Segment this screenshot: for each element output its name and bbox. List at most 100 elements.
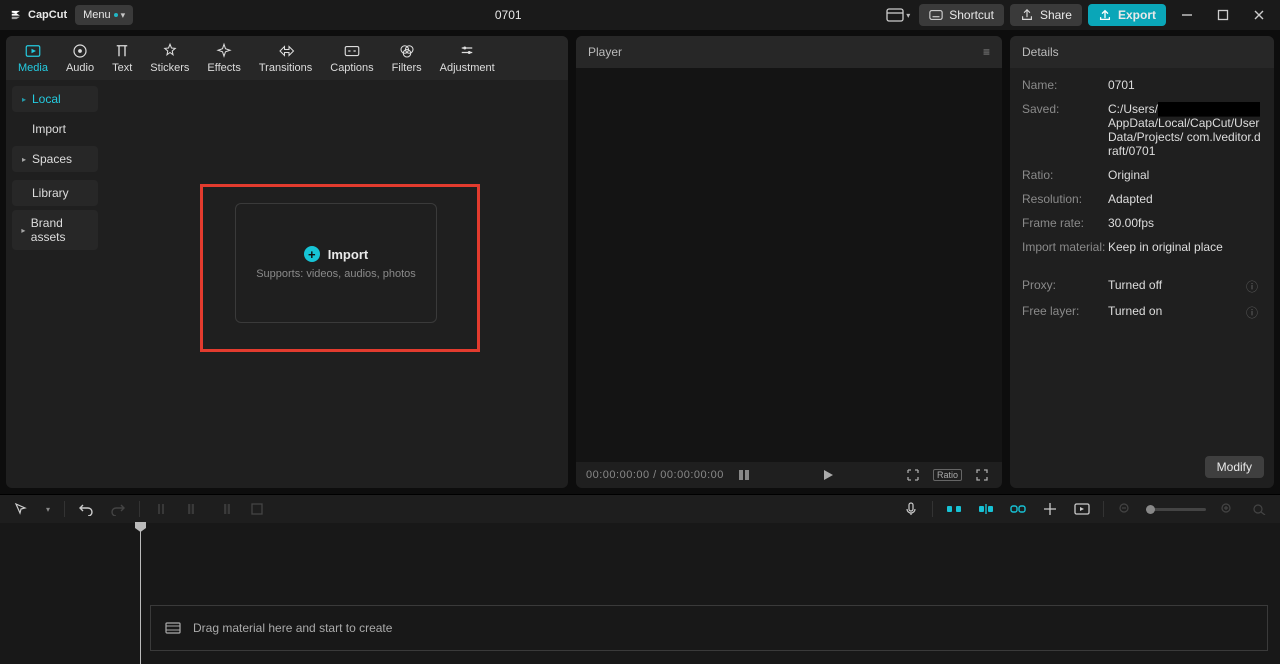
crop-button[interactable] <box>246 498 268 520</box>
details-panel: Details Name:0701 Saved:C:/Users/███████… <box>1010 36 1274 488</box>
detail-row-name: Name:0701 <box>1022 78 1262 92</box>
tab-effects[interactable]: Effects <box>207 42 240 74</box>
delete-right-icon <box>218 502 232 516</box>
menu-button[interactable]: Menu ▾ <box>75 5 133 25</box>
window-minimize-button[interactable] <box>1172 5 1202 25</box>
app-name: CapCut <box>28 9 67 21</box>
tab-adjustment[interactable]: Adjustment <box>440 42 495 74</box>
close-icon <box>1253 9 1265 21</box>
tab-filters[interactable]: Filters <box>392 42 422 74</box>
slider-thumb[interactable] <box>1146 505 1155 514</box>
topbar-right: ▾ Shortcut Share Export <box>883 4 1274 26</box>
workspace: Media Audio Text Stickers Effects Transi… <box>0 30 1280 488</box>
share-button[interactable]: Share <box>1010 4 1082 26</box>
timeline-toolbar-right <box>900 498 1270 520</box>
zoom-out-button[interactable] <box>1114 498 1136 520</box>
snap-icon <box>978 503 994 515</box>
play-button[interactable] <box>818 465 838 485</box>
tab-media[interactable]: Media <box>18 42 48 74</box>
sidebar-item-local[interactable]: ▸ Local <box>12 86 98 112</box>
selection-tool-button[interactable] <box>10 498 32 520</box>
player-title: Player <box>588 45 622 59</box>
shortcut-button[interactable]: Shortcut <box>919 4 1004 26</box>
linkage-button[interactable] <box>1007 498 1029 520</box>
detail-row-material: Import material:Keep in original place <box>1022 240 1262 254</box>
capcut-logo-icon <box>10 8 24 22</box>
export-button[interactable]: Export <box>1088 4 1166 26</box>
details-footer: Modify <box>1010 450 1274 488</box>
tab-transitions[interactable]: Transitions <box>259 42 312 74</box>
timeline-body[interactable]: Drag material here and start to create <box>0 523 1280 664</box>
effects-icon <box>215 42 233 60</box>
auto-snap-button[interactable] <box>975 498 997 520</box>
zoom-in-button[interactable] <box>1216 498 1238 520</box>
undo-button[interactable] <box>75 498 97 520</box>
delete-left-icon <box>186 502 200 516</box>
fullscreen-button[interactable] <box>972 465 992 485</box>
player-menu-icon[interactable]: ≡ <box>983 45 990 59</box>
cover-button[interactable] <box>1071 498 1093 520</box>
ratio-button[interactable]: Ratio <box>933 469 962 481</box>
tab-label: Text <box>112 62 132 74</box>
prev-frame-button[interactable] <box>734 465 754 485</box>
record-button[interactable] <box>900 498 922 520</box>
export-label: Export <box>1118 8 1156 22</box>
layout-button[interactable]: ▾ <box>883 5 913 25</box>
captions-icon <box>343 42 361 60</box>
caret-right-icon: ▸ <box>20 226 27 235</box>
sidebar-item-label: Local <box>32 92 61 106</box>
media-sidebar: ▸ Local Import ▸Spaces ▸Library ▸Brand as… <box>6 80 104 488</box>
redo-icon <box>110 502 126 516</box>
title-bar: CapCut Menu ▾ 0701 ▾ Shortcut Share Expo… <box>0 0 1280 30</box>
redo-button[interactable] <box>107 498 129 520</box>
zoom-fit-button[interactable] <box>1248 498 1270 520</box>
main-track-magnet-button[interactable] <box>943 498 965 520</box>
info-icon[interactable]: ⓘ <box>1246 304 1262 320</box>
detail-value: Adapted <box>1108 192 1262 206</box>
sidebar-item-library[interactable]: ▸Library <box>12 180 98 206</box>
tab-text[interactable]: Text <box>112 42 132 74</box>
detail-value: 30.00fps <box>1108 216 1262 230</box>
scan-button[interactable] <box>903 465 923 485</box>
detail-value: C:/Users/████████████AppData/Local/CapCu… <box>1108 102 1262 158</box>
detail-key: Name: <box>1022 78 1108 92</box>
player-controls: 00:00:00:00 / 00:00:00:00 Ratio <box>576 462 1002 488</box>
info-icon[interactable]: ⓘ <box>1246 278 1262 294</box>
cursor-icon <box>14 502 28 516</box>
axis-icon <box>1043 502 1057 516</box>
playhead[interactable] <box>140 523 141 664</box>
category-tabs: Media Audio Text Stickers Effects Transi… <box>6 36 568 80</box>
delete-left-button[interactable] <box>182 498 204 520</box>
split-button[interactable] <box>150 498 172 520</box>
separator <box>1103 501 1104 517</box>
caret-right-icon: ▸ <box>20 95 28 104</box>
window-maximize-button[interactable] <box>1208 5 1238 25</box>
caret-right-icon: ▸ <box>20 155 28 164</box>
selection-tool-dropdown[interactable]: ▾ <box>42 498 54 520</box>
menu-label: Menu <box>83 9 111 21</box>
import-dropzone[interactable]: + Import Supports: videos, audios, photo… <box>235 203 437 323</box>
detail-row-proxy: Proxy:Turned offⓘ <box>1022 278 1262 294</box>
sidebar-item-import[interactable]: Import <box>12 116 98 142</box>
layout-icon <box>886 8 904 22</box>
tab-stickers[interactable]: Stickers <box>150 42 189 74</box>
tab-label: Captions <box>330 62 373 74</box>
sidebar-item-brand-assets[interactable]: ▸Brand assets <box>12 210 98 250</box>
zoom-fit-icon <box>1252 503 1266 515</box>
timeline-drop-lane[interactable]: Drag material here and start to create <box>150 605 1268 651</box>
tab-captions[interactable]: Captions <box>330 42 373 74</box>
export-icon <box>1098 8 1112 22</box>
zoom-slider[interactable] <box>1146 508 1206 511</box>
prev-frame-icon <box>738 469 750 481</box>
player-panel: Player ≡ 00:00:00:00 / 00:00:00:00 Ratio <box>576 36 1002 488</box>
modify-button[interactable]: Modify <box>1205 456 1264 478</box>
preview-axis-button[interactable] <box>1039 498 1061 520</box>
window-close-button[interactable] <box>1244 5 1274 25</box>
detail-value: Original <box>1108 168 1262 182</box>
delete-right-button[interactable] <box>214 498 236 520</box>
sidebar-item-spaces[interactable]: ▸Spaces <box>12 146 98 172</box>
tab-audio[interactable]: Audio <box>66 42 94 74</box>
player-viewport[interactable] <box>576 68 1002 462</box>
chevron-down-icon: ▾ <box>906 11 910 20</box>
maximize-icon <box>1217 9 1229 21</box>
